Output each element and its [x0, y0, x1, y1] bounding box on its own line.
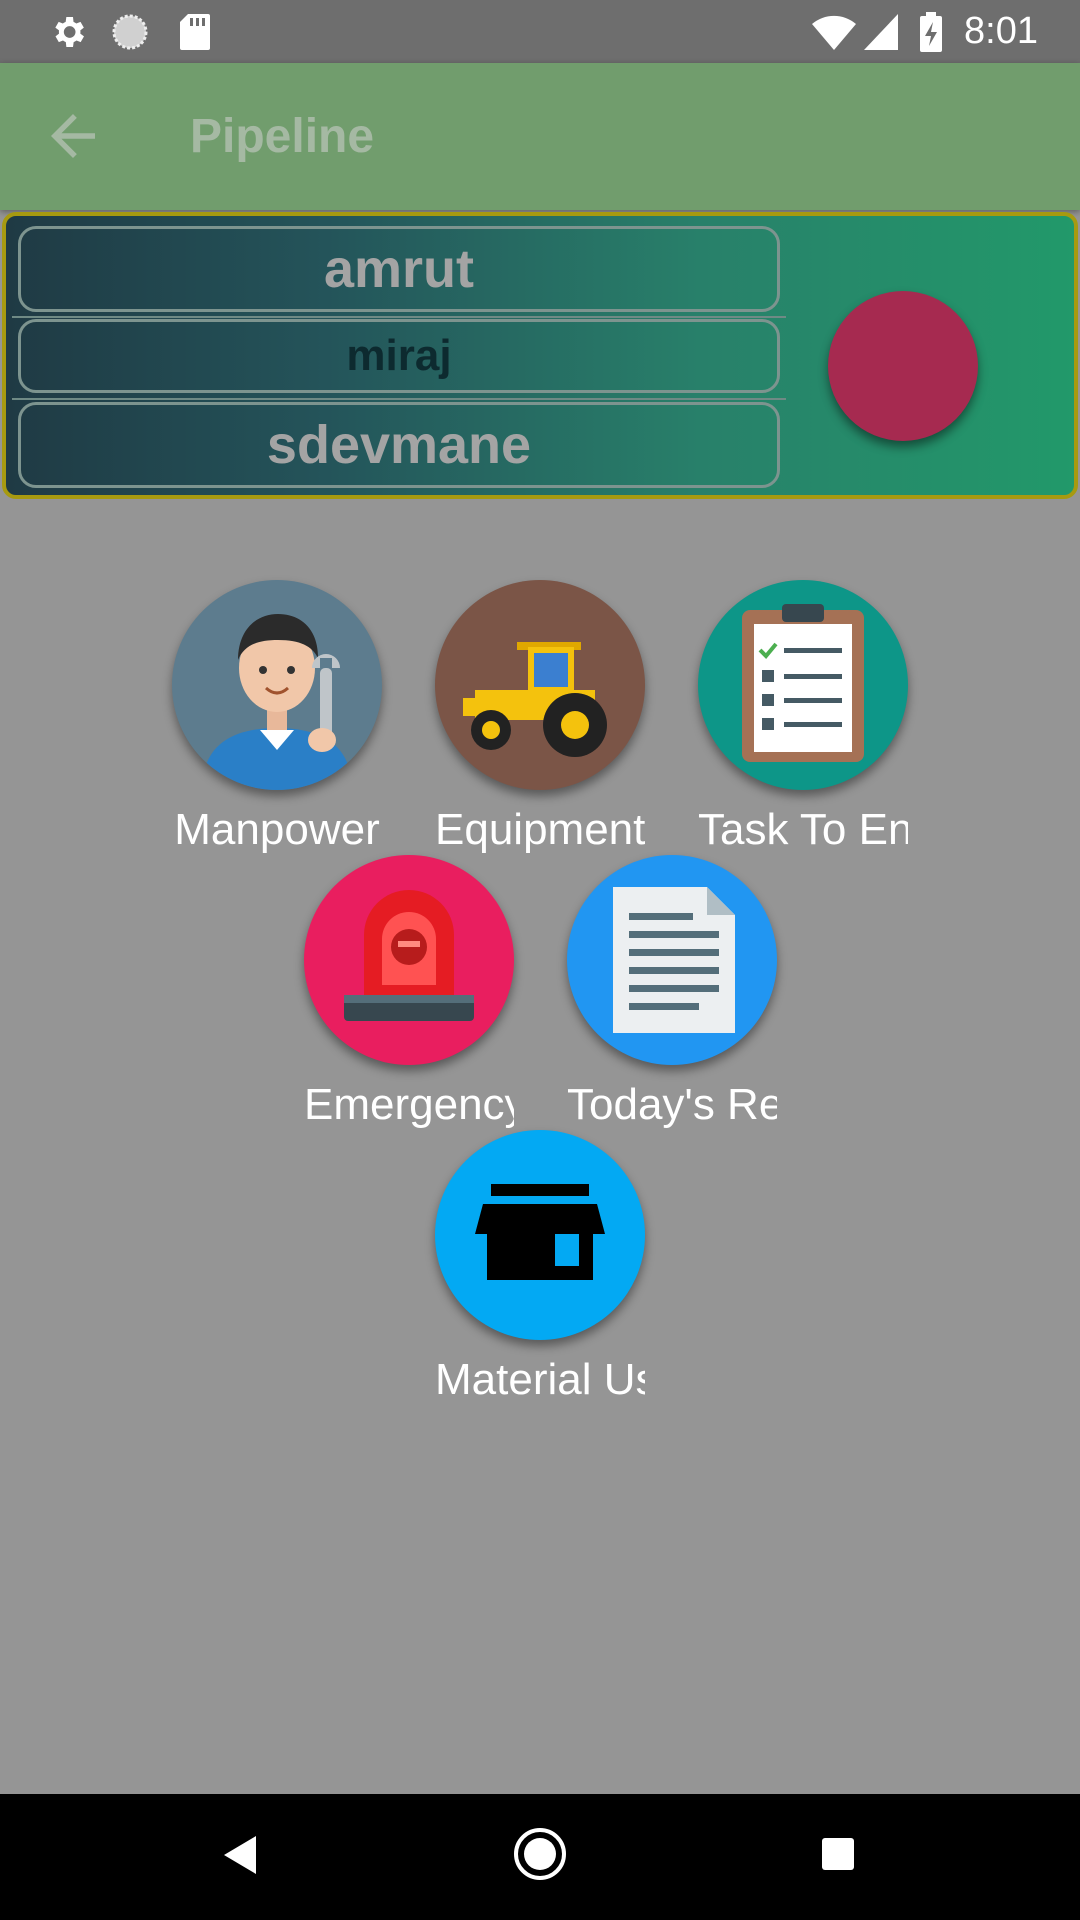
user-header-card: amrut miraj sdevmane — [2, 212, 1078, 499]
back-arrow-icon[interactable] — [40, 103, 106, 169]
nav-back-icon[interactable] — [222, 1834, 258, 1876]
settings-icon — [55, 17, 84, 47]
tile-task-to-end[interactable]: Task To End — [698, 580, 908, 870]
system-nav-bar — [0, 1794, 1080, 1920]
nav-home-icon[interactable] — [512, 1826, 568, 1882]
store-icon — [435, 1130, 645, 1340]
clipboard-checklist-icon — [698, 580, 908, 790]
nav-recents-icon[interactable] — [820, 1836, 856, 1872]
name-amrut: amrut — [18, 226, 780, 312]
tile-equipment-in[interactable]: Equipment In — [435, 580, 645, 870]
page-title: Pipeline — [190, 110, 375, 163]
tile-label: Equipment In — [435, 805, 645, 854]
tile-material-used[interactable]: Material Used — [435, 1130, 645, 1420]
clock: 8:01 — [964, 10, 1038, 52]
tile-label: Manpower — [174, 805, 380, 854]
sd-card-icon — [180, 14, 210, 50]
tile-emergency-request[interactable]: Emergency Request — [304, 855, 514, 1145]
tile-manpower[interactable]: Manpower — [172, 580, 382, 870]
signal-icon — [864, 14, 898, 50]
battery-charging-icon — [920, 12, 942, 52]
tile-label: Emergency Request — [304, 1080, 514, 1129]
tile-label: Material Used — [435, 1355, 645, 1404]
divider — [12, 398, 786, 400]
mechanic-icon — [172, 580, 382, 790]
document-icon — [567, 855, 777, 1065]
tile-label: Today's Report — [567, 1080, 777, 1129]
status-dot[interactable] — [828, 291, 978, 441]
divider — [12, 316, 786, 318]
app-bar: Pipeline — [0, 63, 1080, 210]
tile-label: Task To End — [698, 805, 908, 854]
tractor-icon — [435, 580, 645, 790]
status-bar: 8:01 — [0, 0, 1080, 63]
siren-icon — [304, 855, 514, 1065]
tile-todays-report[interactable]: Today's Report — [567, 855, 777, 1145]
name-miraj: miraj — [18, 319, 780, 393]
wifi-icon — [812, 15, 856, 51]
sync-icon — [112, 14, 148, 50]
name-sdevmane: sdevmane — [18, 402, 780, 488]
